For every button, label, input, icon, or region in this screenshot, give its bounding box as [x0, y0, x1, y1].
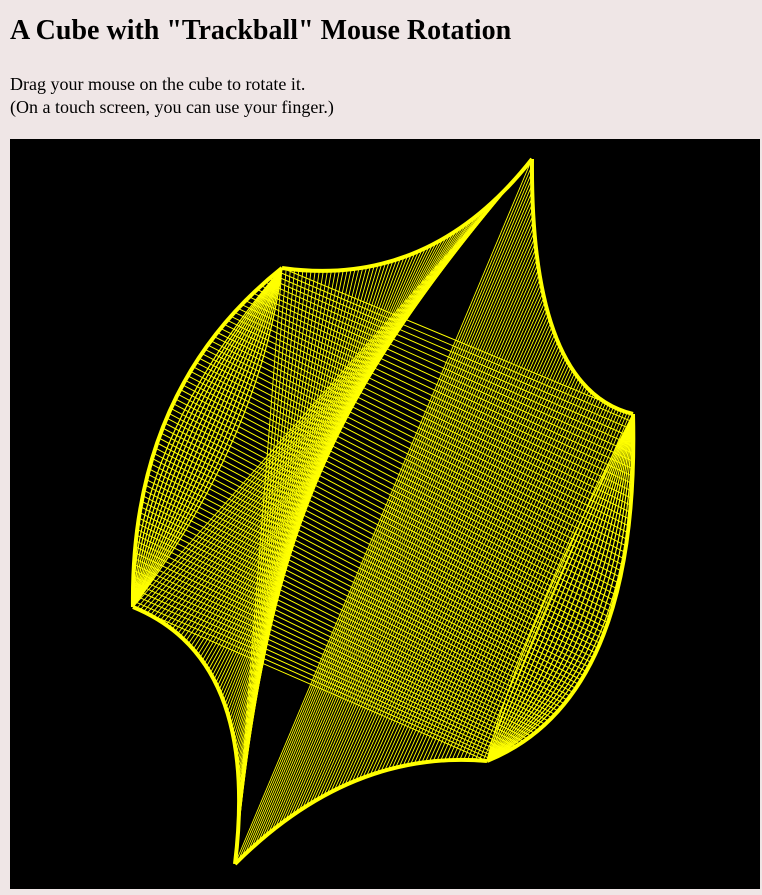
instructions: Drag your mouse on the cube to rotate it… — [10, 73, 334, 119]
page-title: A Cube with "Trackball" Mouse Rotation — [10, 15, 512, 46]
cube-rendering — [130, 157, 636, 866]
cube-canvas[interactable] — [10, 139, 760, 889]
instruction-line-drag: Drag your mouse on the cube to rotate it… — [10, 74, 306, 94]
instruction-line-touch: (On a touch screen, you can use your fin… — [10, 97, 334, 117]
cube-wireframe-lines — [130, 157, 636, 866]
